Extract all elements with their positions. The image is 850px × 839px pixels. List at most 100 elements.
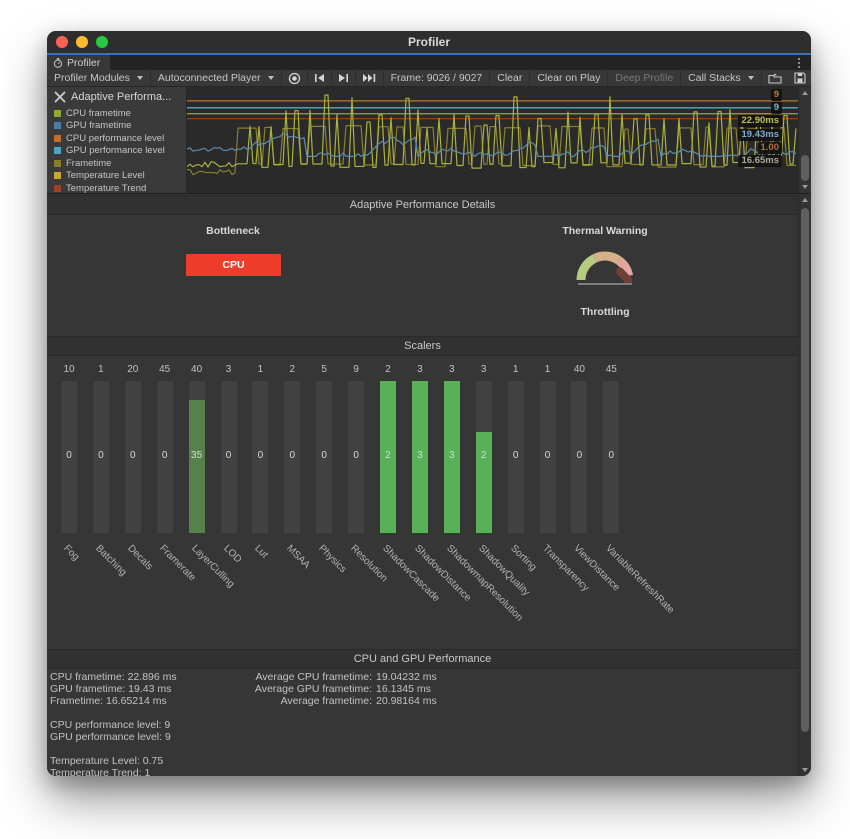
- legend-label: CPU performance level: [66, 133, 164, 144]
- module-row: Adaptive Performa... CPU frametime GPU f…: [47, 87, 811, 194]
- next-frame-icon: [338, 73, 349, 83]
- titlebar[interactable]: Profiler: [47, 31, 811, 53]
- previous-frame-button[interactable]: [308, 70, 332, 86]
- chevron-down-icon: [748, 76, 754, 80]
- legend-swatch: [54, 110, 61, 117]
- deep-profile-button[interactable]: Deep Profile: [608, 70, 681, 86]
- average-frametime-label: Average frametime:: [202, 695, 372, 707]
- legend-item[interactable]: GPU performance level: [54, 145, 186, 158]
- module-header[interactable]: Adaptive Performa...: [54, 91, 186, 103]
- save-profile-button[interactable]: [788, 70, 811, 86]
- legend-item[interactable]: CPU performance level: [54, 132, 186, 145]
- legend-item[interactable]: CPU frametime: [54, 107, 186, 120]
- scaler-bar-fill: [476, 432, 492, 533]
- legend-item[interactable]: Temperature Trend: [54, 182, 186, 193]
- scaler-max-level: 45: [595, 364, 627, 375]
- legend-item[interactable]: Temperature Level: [54, 170, 186, 183]
- frametime-row: Frametime: 16.65214 ms Average frametime…: [50, 695, 437, 707]
- legend-swatch: [54, 135, 61, 142]
- module-legend-panel: Adaptive Performa... CPU frametime GPU f…: [47, 87, 187, 193]
- load-profile-button[interactable]: [762, 70, 788, 86]
- current-frame-button[interactable]: [356, 70, 384, 86]
- scaler-current-level: 3: [436, 450, 468, 461]
- legend-swatch: [54, 185, 61, 192]
- scalers-header-label: Scalers: [404, 340, 441, 352]
- zoom-window-button[interactable]: [96, 36, 108, 48]
- profiler-modules-dropdown[interactable]: Profiler Modules: [47, 70, 151, 86]
- gauge-segment-nominal: [581, 258, 595, 280]
- tab-profiler[interactable]: Profiler: [47, 55, 110, 70]
- spacer: [50, 743, 437, 755]
- traffic-lights: [56, 36, 108, 48]
- call-stacks-dropdown[interactable]: Call Stacks: [681, 70, 762, 86]
- scroll-down-icon[interactable]: [802, 185, 808, 189]
- details-header-label: Adaptive Performance Details: [350, 199, 496, 211]
- scroll-up-icon[interactable]: [802, 91, 808, 95]
- legend-item[interactable]: Frametime: [54, 157, 186, 170]
- clear-on-play-button[interactable]: Clear on Play: [530, 70, 608, 86]
- scaler-column[interactable]: 45 0 VariableRefreshRate: [595, 364, 627, 774]
- scaler-current-level: 0: [500, 450, 532, 461]
- legend-item[interactable]: GPU frametime: [54, 120, 186, 133]
- bottleneck-label: Bottleneck: [153, 225, 313, 237]
- scaler-max-level: 45: [149, 364, 181, 375]
- legend-label: Frametime: [66, 158, 111, 169]
- module-scrollbar-thumb[interactable]: [801, 155, 809, 181]
- scaler-max-level: 9: [340, 364, 372, 375]
- scaler-bar-fill: [189, 400, 205, 533]
- adaptive-performance-details-panel: Adaptive Performance Details Bottleneck …: [47, 194, 811, 776]
- chevron-down-icon: [268, 76, 274, 80]
- scaler-column[interactable]: 3 3 ShadowmapResolution: [436, 364, 468, 774]
- scaler-column[interactable]: 1 0 Sorting: [500, 364, 532, 774]
- scaler-current-level: 0: [53, 450, 85, 461]
- average-frametime-value: 20.98164 ms: [376, 695, 437, 707]
- details-scrollbar-thumb[interactable]: [801, 208, 809, 732]
- frametime-row: CPU frametime: 22.896 ms Average CPU fra…: [50, 671, 437, 683]
- close-window-button[interactable]: [56, 36, 68, 48]
- scaler-column[interactable]: 1 0 Transparency: [532, 364, 564, 774]
- scaler-max-level: 2: [276, 364, 308, 375]
- previous-frame-icon: [314, 73, 325, 83]
- gauge-segment-warning: [595, 256, 619, 260]
- chevron-down-icon: [137, 76, 143, 80]
- scaler-column[interactable]: 3 2 ShadowQuality: [468, 364, 500, 774]
- scaler-name-label: LOD: [221, 543, 243, 565]
- cpu-bottleneck-button[interactable]: CPU: [186, 254, 281, 276]
- legend-label: GPU performance level: [66, 145, 165, 156]
- tab-bar: Profiler: [47, 55, 811, 70]
- legend-label: GPU frametime: [66, 120, 131, 131]
- next-frame-button[interactable]: [332, 70, 356, 86]
- scaler-column[interactable]: 40 0 ViewDistance: [563, 364, 595, 774]
- module-title: Adaptive Performa...: [71, 91, 171, 103]
- scaler-max-level: 1: [85, 364, 117, 375]
- scaler-current-level: 35: [181, 450, 213, 461]
- scaler-current-level: 0: [340, 450, 372, 461]
- scaler-current-level: 3: [404, 450, 436, 461]
- scroll-down-icon[interactable]: [802, 768, 808, 772]
- scaler-max-level: 1: [500, 364, 532, 375]
- load-folder-icon: [768, 73, 782, 84]
- legend-label: Temperature Level: [66, 170, 145, 181]
- scaler-current-level: 0: [149, 450, 181, 461]
- target-selection-dropdown[interactable]: Autoconnected Player: [151, 70, 282, 86]
- scroll-up-icon[interactable]: [802, 198, 808, 202]
- scaler-current-level: 0: [532, 450, 564, 461]
- tools-icon: [54, 91, 66, 103]
- performance-chart[interactable]: 9 9 22.90ms 19.43ms 1.00 16.65ms: [187, 87, 798, 193]
- minimize-window-button[interactable]: [76, 36, 88, 48]
- record-button[interactable]: [282, 70, 308, 86]
- scaler-current-level: 0: [85, 450, 117, 461]
- average-frametime-label: Average CPU frametime:: [202, 671, 372, 683]
- temperature-value: Temperature Level: 0.75: [50, 755, 437, 767]
- module-scrollbar[interactable]: [798, 87, 811, 193]
- profiler-toolbar: Profiler Modules Autoconnected Player: [47, 70, 811, 87]
- details-scrollbar[interactable]: [798, 194, 811, 776]
- profiler-tab-icon: [53, 58, 63, 68]
- clear-button[interactable]: Clear: [490, 70, 530, 86]
- average-frametime-value: 19.04232 ms: [376, 671, 437, 683]
- tab-context-menu-icon[interactable]: [795, 57, 803, 69]
- temperature-rows: Temperature Level: 0.75Temperature Trend…: [50, 755, 437, 776]
- scaler-name-label: Lut: [253, 543, 271, 561]
- chart-waveform: [187, 87, 798, 193]
- tab-label: Profiler: [67, 57, 100, 69]
